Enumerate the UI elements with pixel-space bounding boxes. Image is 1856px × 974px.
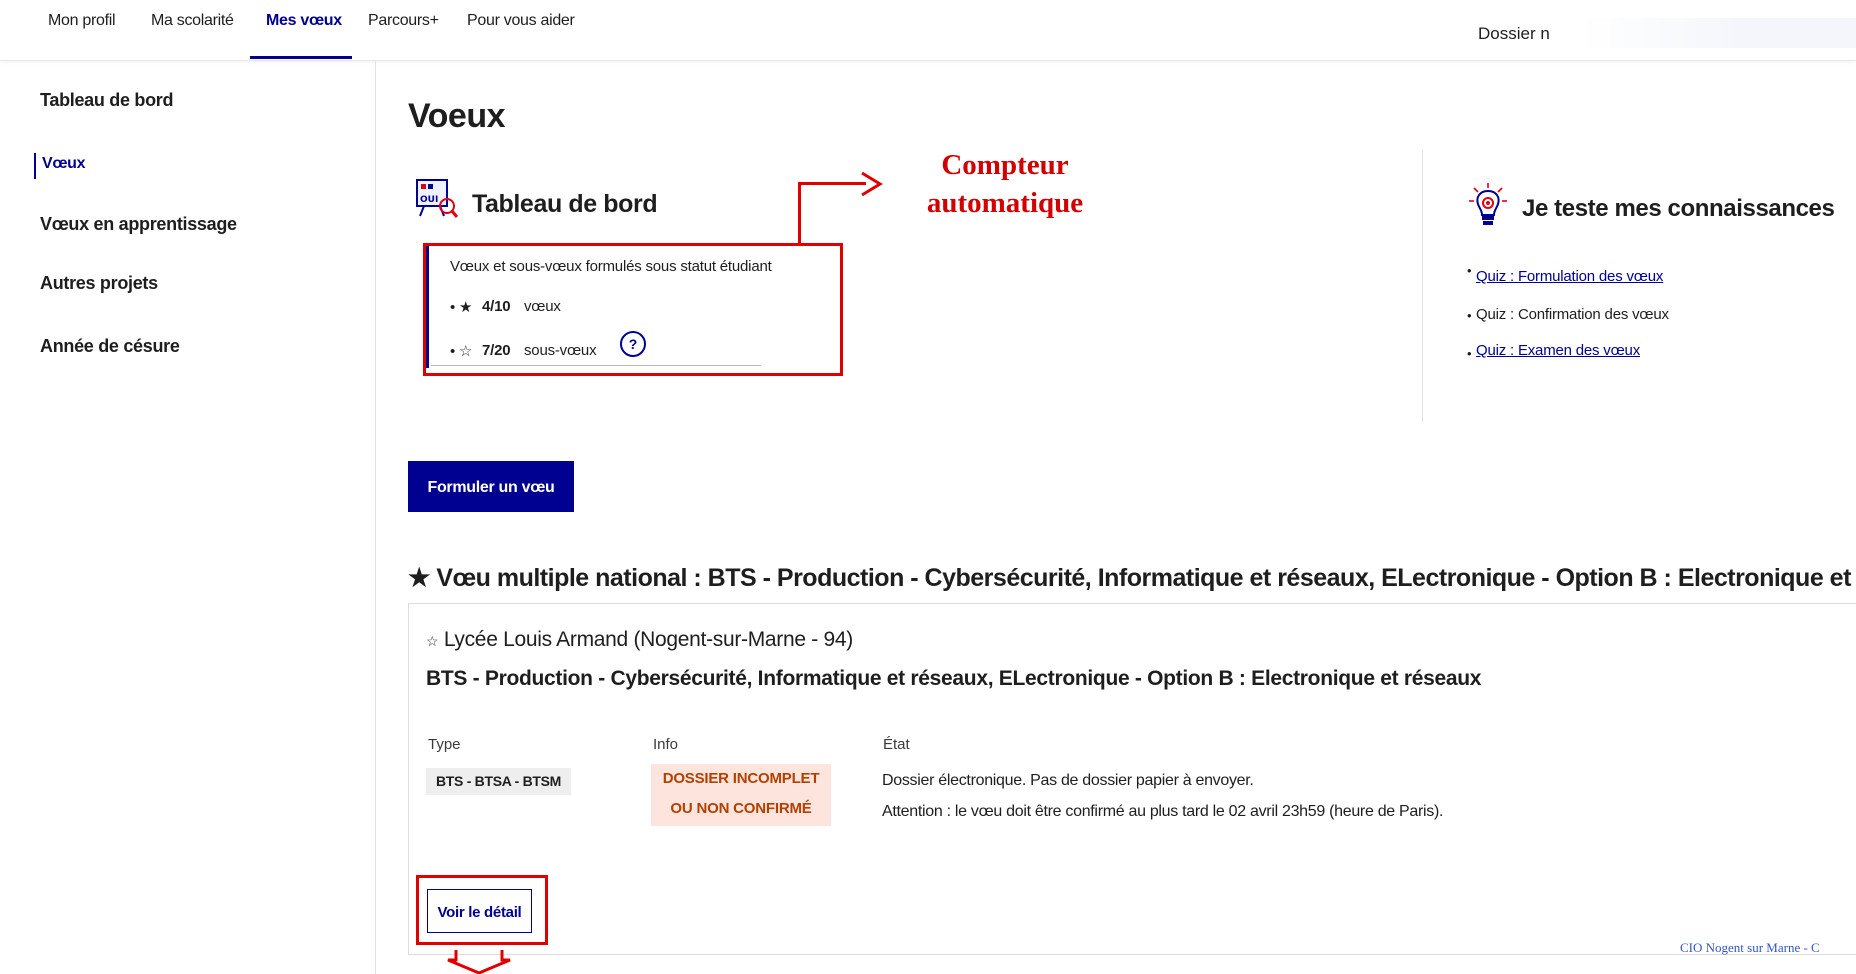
type-badge: BTS - BTSA - BTSM [426, 768, 572, 795]
quiz-link-examen[interactable]: Quiz : Examen des vœux [1476, 342, 1640, 359]
annotation-arrow-horizontal [798, 182, 866, 185]
sidebar-active-indicator [34, 153, 36, 179]
quiz-section-title: Je teste mes connaissances [1522, 195, 1835, 222]
dossier-masked [1580, 18, 1856, 48]
quiz-bullet-1: • [1467, 263, 1472, 278]
status-line-1: DOSSIER INCOMPLET [662, 770, 820, 787]
etat-header: État [883, 736, 910, 753]
section-divider [1422, 150, 1423, 422]
nav-pour-vous-aider[interactable]: Pour vous aider [467, 12, 575, 30]
sidebar-item-autres-projets[interactable]: Autres projets [40, 273, 158, 294]
etablissement-line: ☆ Lycée Louis Armand (Nogent-sur-Marne -… [426, 628, 853, 652]
dossier-number: Dossier n [1478, 24, 1550, 43]
sidebar-item-voeux-apprentissage[interactable]: Vœux en apprentissage [40, 214, 237, 235]
annotation-arrow-vertical [798, 182, 801, 244]
quiz-link-formulation[interactable]: Quiz : Formulation des vœux [1476, 268, 1663, 285]
formuler-voeu-button[interactable]: Formuler un vœu [408, 461, 574, 512]
nav-active-indicator [250, 56, 352, 59]
star-outline-icon: ☆ [426, 633, 439, 649]
etablissement-lieu: (Nogent-sur-Marne - 94) [633, 628, 853, 651]
sidebar-item-voeux[interactable]: Vœux [42, 155, 86, 173]
lightbulb-icon [1469, 183, 1507, 225]
annotation-counter-box [423, 243, 843, 376]
footer-note: CIO Nogent sur Marne - C [1680, 940, 1820, 955]
annotation-down-arrow [447, 950, 511, 974]
etat-line-2: Attention : le vœu doit être confirmé au… [882, 803, 1444, 820]
status-line-2: OU NON CONFIRMÉ [670, 800, 812, 817]
voeu-title: ★ Vœu multiple national : BTS - Producti… [408, 563, 1856, 593]
info-header: Info [653, 736, 679, 753]
type-header: Type [428, 736, 461, 753]
status-badge: DOSSIER INCOMPLET OU NON CONFIRMÉ [651, 764, 831, 826]
top-navigation: Mon profil Ma scolarité Mes vœux Parcour… [0, 0, 1856, 61]
etablissement-name: Lycée Louis Armand [443, 628, 628, 651]
quiz-link-confirmation[interactable]: Quiz : Confirmation des vœux [1476, 306, 1669, 323]
dashboard-title: Tableau de bord [472, 190, 658, 218]
annotation-detail-box [416, 875, 548, 945]
nav-mes-voeux[interactable]: Mes vœux [266, 12, 342, 30]
annotation-label: Compteur automatique [905, 146, 1105, 222]
quiz-bullet-3: • [1467, 346, 1472, 361]
formation-title: BTS - Production - Cybersécurité, Inform… [426, 667, 1482, 690]
annotation-arrow-head [861, 171, 883, 197]
sidebar-item-tableau-de-bord[interactable]: Tableau de bord [40, 90, 173, 111]
annotation-line-1: Compteur [941, 149, 1069, 181]
nav-ma-scolarite[interactable]: Ma scolarité [151, 12, 234, 30]
quiz-bullet-2: • [1467, 308, 1472, 323]
sidebar: Tableau de bord Vœux Vœux en apprentissa… [0, 61, 376, 974]
board-icon: OUI [416, 179, 458, 218]
nav-mon-profil[interactable]: Mon profil [48, 12, 116, 30]
sidebar-item-annee-de-cesure[interactable]: Année de césure [40, 336, 180, 357]
nav-parcours-plus[interactable]: Parcours+ [368, 12, 439, 30]
page-title: Voeux [408, 97, 506, 135]
annotation-line-2: automatique [926, 187, 1084, 219]
etat-line-1: Dossier électronique. Pas de dossier pap… [882, 772, 1254, 789]
svg-text:OUI: OUI [420, 195, 438, 205]
voeu-title-text: Vœu multiple national : BTS - Production… [436, 564, 1856, 592]
